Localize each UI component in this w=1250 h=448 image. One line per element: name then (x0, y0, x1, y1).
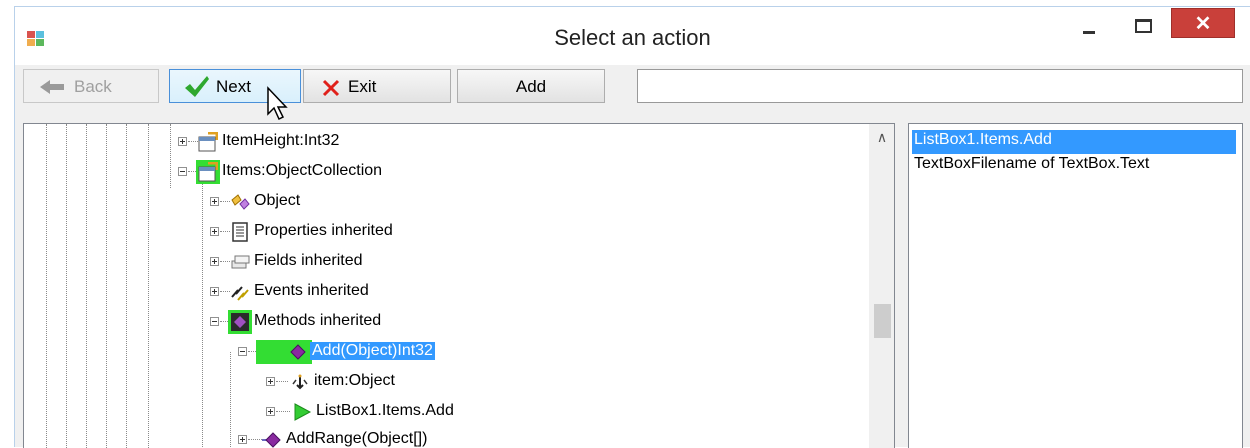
minimize-button[interactable] (1067, 7, 1113, 41)
action-list[interactable]: ListBox1.Items.Add TextBoxFilename of Te… (908, 123, 1243, 448)
object-icon (231, 194, 250, 210)
collapse-icon[interactable] (210, 317, 219, 326)
tree-node-label: ListBox1.Items.Add (316, 402, 454, 419)
tree-node-events[interactable]: Events inherited (24, 280, 864, 304)
x-icon (322, 79, 340, 97)
method-icon (262, 432, 281, 448)
tree-node-label: Fields inherited (254, 252, 363, 269)
back-button[interactable]: Back (23, 69, 159, 103)
title-bar: Select an action ✕ (15, 7, 1250, 65)
list-item[interactable]: TextBoxFilename of TextBox.Text (912, 154, 1151, 178)
expand-icon[interactable] (210, 257, 219, 266)
list-item[interactable]: ListBox1.Items.Add (912, 130, 1236, 154)
method-icon (290, 344, 306, 360)
expand-icon[interactable] (238, 435, 247, 444)
expand-icon[interactable] (210, 197, 219, 206)
tree-node-label: item:Object (314, 372, 395, 389)
minimize-icon (1083, 31, 1095, 34)
tree-node-add-method[interactable]: Add(Object)Int32 (24, 340, 864, 364)
tree-node-label: Events inherited (254, 282, 369, 299)
parameter-icon (292, 374, 308, 390)
collapse-icon[interactable] (178, 167, 187, 176)
property-icon (198, 162, 218, 182)
exit-button[interactable]: Exit (303, 69, 451, 103)
events-icon (231, 286, 249, 301)
methods-icon (231, 313, 249, 331)
next-label: Next (216, 77, 251, 96)
tree-node-methods[interactable]: Methods inherited (24, 310, 864, 334)
close-button[interactable]: ✕ (1171, 8, 1235, 38)
properties-icon (232, 222, 248, 242)
expand-icon[interactable] (178, 137, 187, 146)
mouse-cursor-icon (267, 86, 288, 121)
tree-scrollbar[interactable]: ∧ (869, 124, 894, 448)
maximize-icon (1135, 19, 1152, 33)
tree-node-label: Properties inherited (254, 222, 393, 239)
tree-node-label: AddRange(Object[]) (286, 430, 428, 447)
fields-icon (231, 255, 250, 269)
expand-icon[interactable] (266, 407, 275, 416)
tree-node-label: Add(Object)Int32 (310, 342, 435, 360)
dialog-window: Select an action ✕ Back Next Exit Add It… (14, 6, 1250, 448)
close-icon: ✕ (1194, 13, 1212, 35)
checkmark-icon (185, 76, 209, 97)
tree-node-object[interactable]: Object (24, 190, 864, 214)
tree-node-properties[interactable]: Properties inherited (24, 220, 864, 244)
add-label: Add (515, 77, 547, 96)
path-input[interactable] (637, 69, 1243, 103)
scroll-up-icon[interactable]: ∧ (869, 124, 894, 148)
tree-node-label: Methods inherited (254, 312, 382, 329)
exit-label: Exit (348, 77, 377, 96)
maximize-button[interactable] (1121, 7, 1167, 41)
tree-node-itemheight[interactable]: ItemHeight:Int32 (24, 130, 864, 154)
collapse-icon[interactable] (238, 347, 247, 356)
expand-icon[interactable] (266, 377, 275, 386)
expand-icon[interactable] (210, 227, 219, 236)
back-label: Back (74, 77, 112, 96)
tree-node-item-param[interactable]: item:Object (24, 370, 864, 394)
tree-node-action[interactable]: ListBox1.Items.Add (24, 400, 864, 424)
property-icon (198, 132, 218, 152)
tree-node-addrange[interactable]: AddRange(Object[]) (24, 428, 864, 448)
tree-node-label: Object (254, 192, 301, 209)
toolbar: Back Next Exit Add (15, 67, 1250, 107)
back-arrow-icon (40, 80, 64, 94)
tree-node-items[interactable]: Items:ObjectCollection (24, 160, 864, 184)
scroll-thumb[interactable] (874, 304, 891, 338)
tree-node-label: Items:ObjectCollection (222, 162, 383, 179)
expand-icon[interactable] (210, 287, 219, 296)
window-title: Select an action (554, 25, 711, 50)
play-icon (294, 403, 312, 421)
tree-node-label: ItemHeight:Int32 (222, 132, 340, 149)
add-button[interactable]: Add (457, 69, 605, 103)
tree-node-fields[interactable]: Fields inherited (24, 250, 864, 274)
member-tree[interactable]: ItemHeight:Int32 Items:ObjectCollection … (23, 123, 895, 448)
